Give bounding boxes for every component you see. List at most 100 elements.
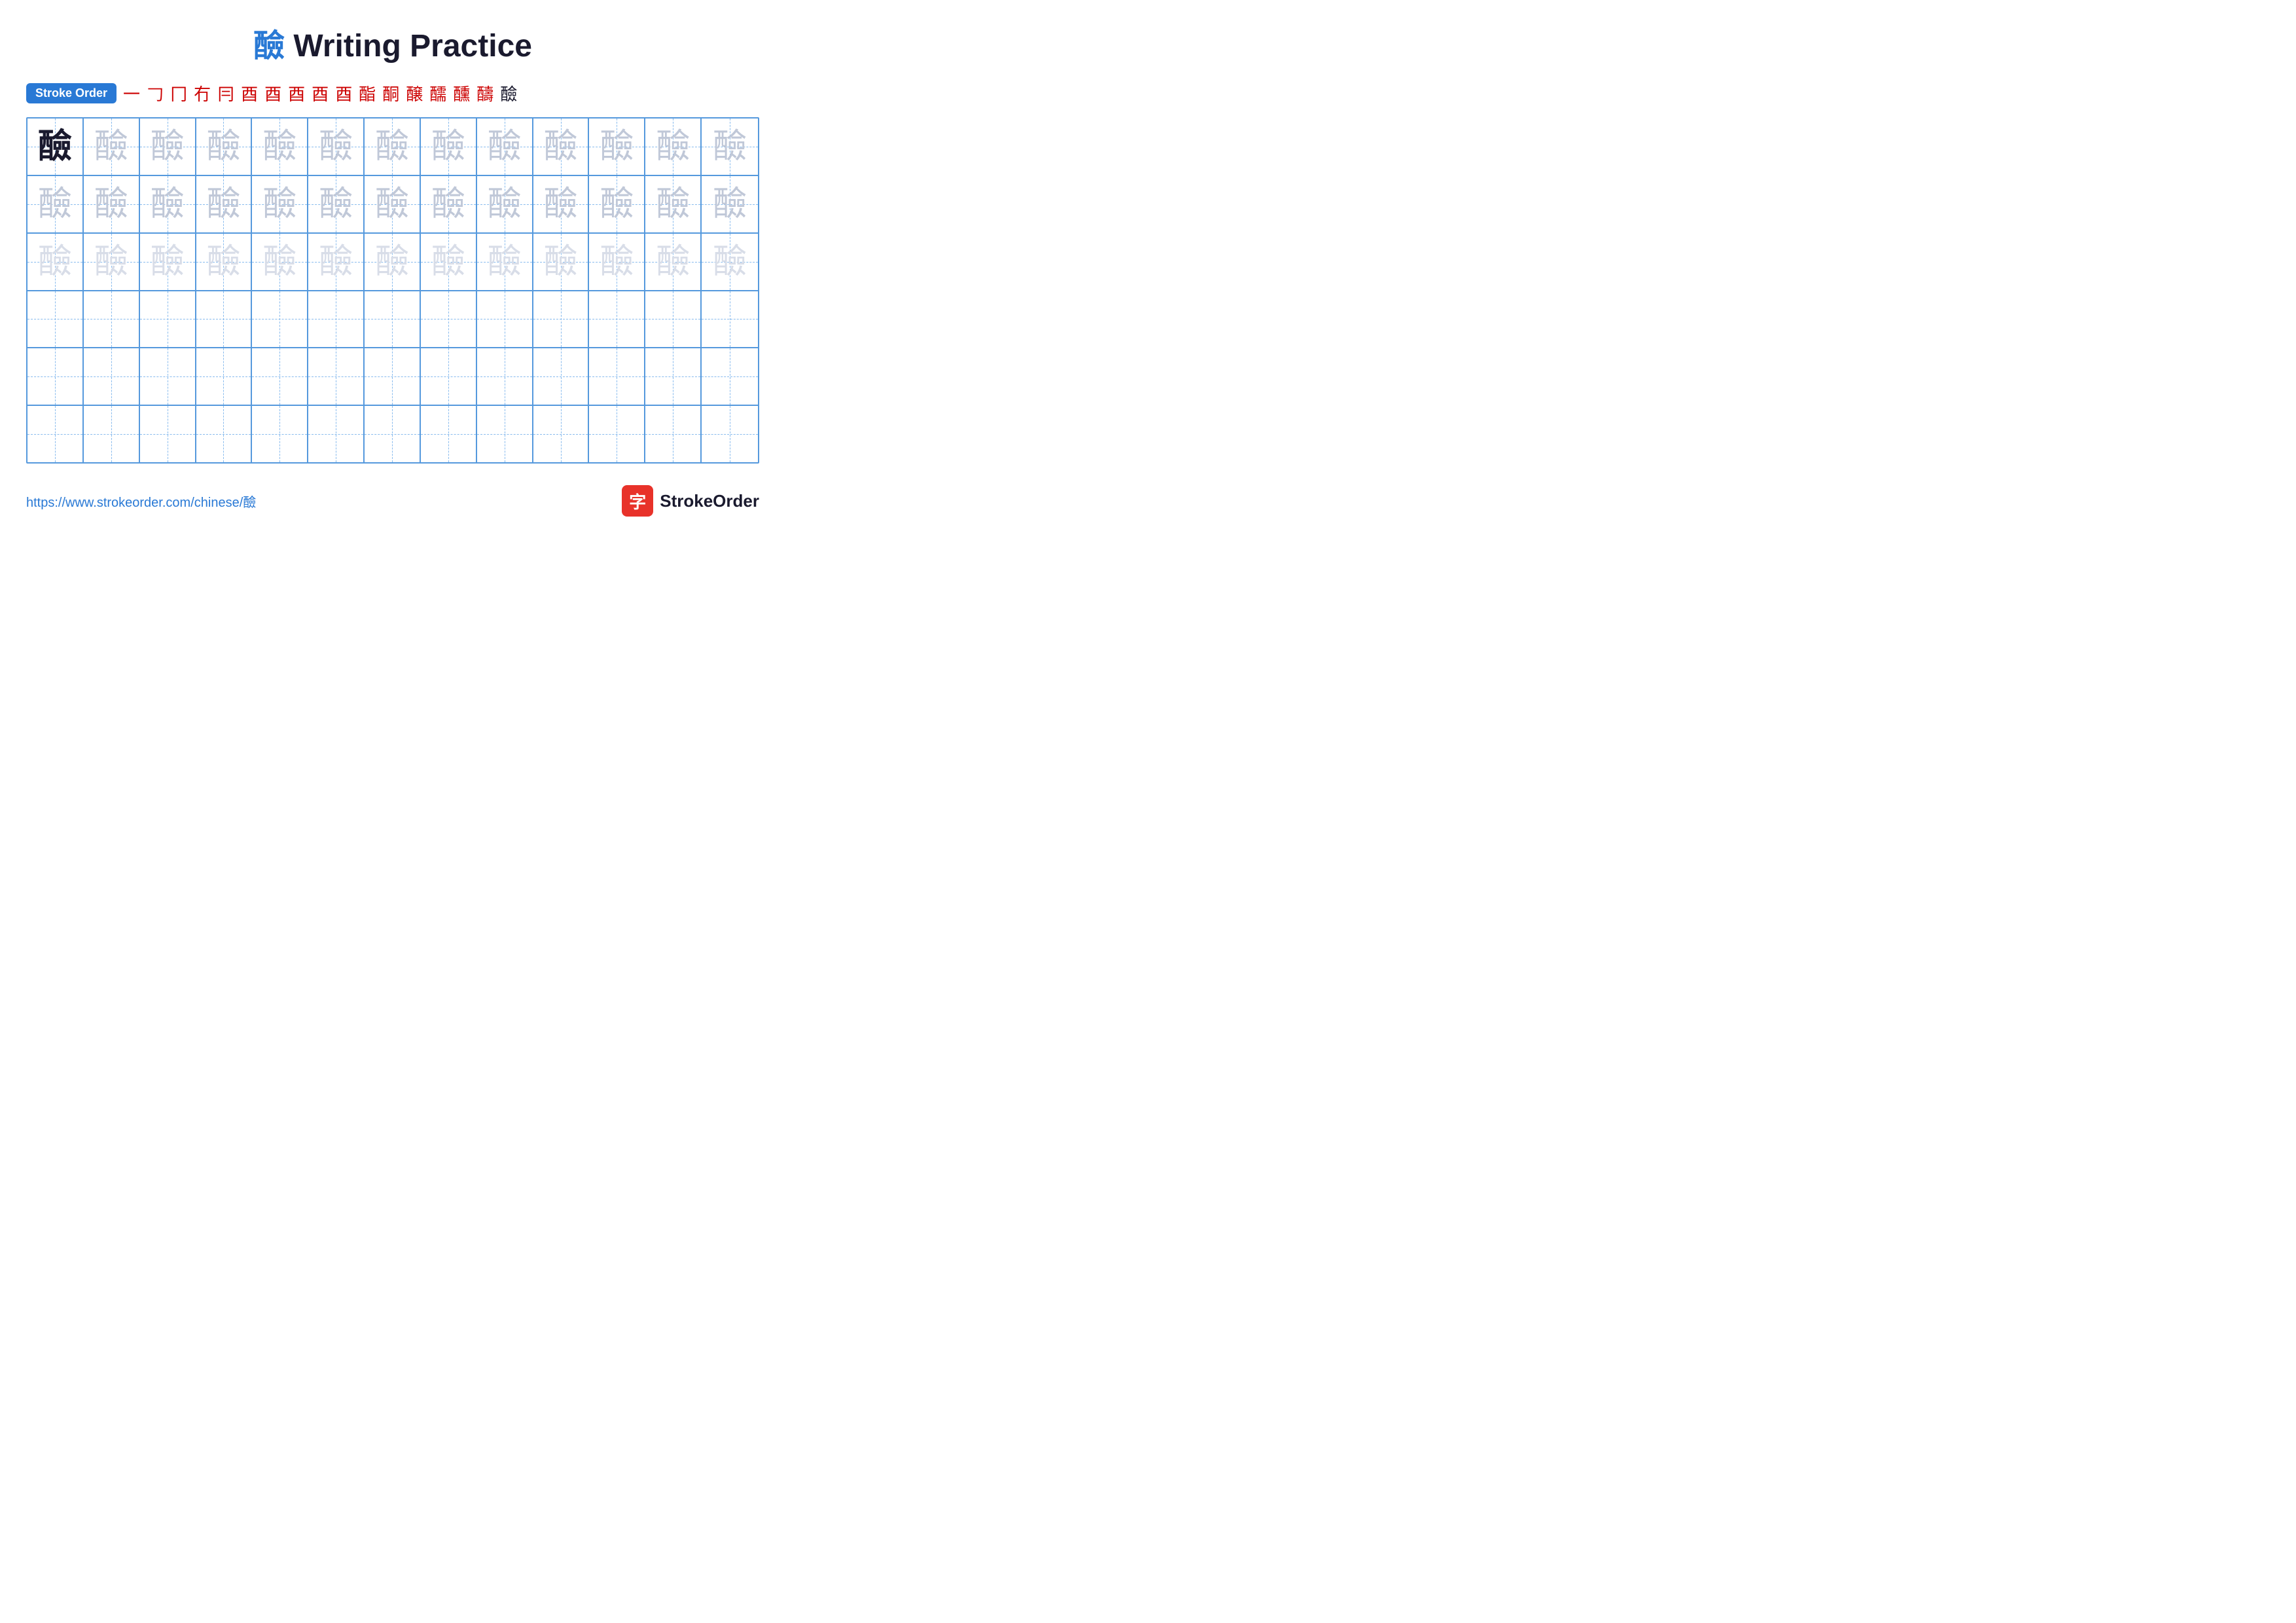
grid-cell-2-4[interactable]: 醶 [252,234,308,290]
grid-cell-4-7[interactable] [421,348,477,405]
grid-cell-1-7[interactable]: 醶 [421,176,477,232]
footer-logo: 字 StrokeOrder [622,485,759,517]
grid-cell-0-1[interactable]: 醶 [84,119,140,175]
grid-cell-1-12[interactable]: 醶 [702,176,758,232]
grid-cell-5-11[interactable] [645,406,702,462]
stroke-step-5: 酉 [238,81,260,105]
grid-cell-0-5[interactable]: 醶 [308,119,365,175]
grid-cell-3-0[interactable] [27,291,84,348]
cell-character-0-5: 醶 [319,130,353,164]
grid-cell-2-1[interactable]: 醶 [84,234,140,290]
cell-character-0-7: 醶 [431,130,465,164]
cell-character-1-12: 醶 [713,187,747,221]
grid-cell-0-8[interactable]: 醶 [477,119,533,175]
grid-cell-4-5[interactable] [308,348,365,405]
grid-cell-5-5[interactable] [308,406,365,462]
stroke-step-12: 醸 [403,81,425,105]
grid-cell-3-1[interactable] [84,291,140,348]
stroke-step-14: 醺 [450,81,473,105]
grid-cell-5-7[interactable] [421,406,477,462]
grid-cell-2-7[interactable]: 醶 [421,234,477,290]
grid-cell-3-5[interactable] [308,291,365,348]
grid-cell-3-3[interactable] [196,291,253,348]
grid-cell-1-6[interactable]: 醶 [365,176,421,232]
grid-cell-4-10[interactable] [589,348,645,405]
grid-cell-1-4[interactable]: 醶 [252,176,308,232]
grid-cell-1-5[interactable]: 醶 [308,176,365,232]
grid-cell-5-12[interactable] [702,406,758,462]
grid-cell-3-4[interactable] [252,291,308,348]
grid-cell-1-10[interactable]: 醶 [589,176,645,232]
cell-character-2-8: 醶 [488,245,522,279]
grid-cell-0-3[interactable]: 醶 [196,119,253,175]
grid-cell-2-11[interactable]: 醶 [645,234,702,290]
grid-cell-3-10[interactable] [589,291,645,348]
grid-cell-1-8[interactable]: 醶 [477,176,533,232]
grid-cell-0-10[interactable]: 醶 [589,119,645,175]
grid-cell-2-2[interactable]: 醶 [140,234,196,290]
grid-cell-4-9[interactable] [533,348,590,405]
cell-character-2-5: 醶 [319,245,353,279]
grid-cell-4-6[interactable] [365,348,421,405]
grid-cell-5-3[interactable] [196,406,253,462]
cell-character-0-10: 醶 [600,130,634,164]
grid-cell-1-3[interactable]: 醶 [196,176,253,232]
grid-cell-3-6[interactable] [365,291,421,348]
grid-cell-2-6[interactable]: 醶 [365,234,421,290]
grid-cell-3-8[interactable] [477,291,533,348]
grid-cell-5-10[interactable] [589,406,645,462]
grid-cell-2-12[interactable]: 醶 [702,234,758,290]
practice-grid: 醶醶醶醶醶醶醶醶醶醶醶醶醶醶醶醶醶醶醶醶醶醶醶醶醶醶醶醶醶醶醶醶醶醶醶醶醶醶醶 [26,117,759,464]
grid-cell-0-0[interactable]: 醶 [27,119,84,175]
grid-cell-0-12[interactable]: 醶 [702,119,758,175]
cell-character-1-8: 醶 [488,187,522,221]
grid-cell-3-2[interactable] [140,291,196,348]
grid-cell-0-6[interactable]: 醶 [365,119,421,175]
grid-cell-4-8[interactable] [477,348,533,405]
cell-character-2-11: 醶 [656,245,690,279]
grid-cell-0-9[interactable]: 醶 [533,119,590,175]
footer-url[interactable]: https://www.strokeorder.com/chinese/醶 [26,492,256,511]
grid-cell-0-7[interactable]: 醶 [421,119,477,175]
grid-cell-3-11[interactable] [645,291,702,348]
grid-cell-1-2[interactable]: 醶 [140,176,196,232]
cell-character-1-4: 醶 [262,187,296,221]
grid-cell-4-12[interactable] [702,348,758,405]
grid-cell-2-8[interactable]: 醶 [477,234,533,290]
grid-cell-1-9[interactable]: 醶 [533,176,590,232]
grid-cell-2-5[interactable]: 醶 [308,234,365,290]
cell-character-2-4: 醶 [262,245,296,279]
grid-cell-4-0[interactable] [27,348,84,405]
grid-cell-5-1[interactable] [84,406,140,462]
grid-cell-1-1[interactable]: 醶 [84,176,140,232]
grid-cell-4-4[interactable] [252,348,308,405]
grid-cell-2-3[interactable]: 醶 [196,234,253,290]
cell-character-1-10: 醶 [600,187,634,221]
grid-cell-4-2[interactable] [140,348,196,405]
grid-cell-4-11[interactable] [645,348,702,405]
grid-cell-4-1[interactable] [84,348,140,405]
grid-cell-0-4[interactable]: 醶 [252,119,308,175]
footer-logo-text: StrokeOrder [660,491,759,511]
cell-character-2-7: 醶 [431,245,465,279]
grid-cell-5-4[interactable] [252,406,308,462]
grid-cell-2-0[interactable]: 醶 [27,234,84,290]
grid-cell-3-12[interactable] [702,291,758,348]
grid-cell-5-9[interactable] [533,406,590,462]
grid-cell-3-9[interactable] [533,291,590,348]
cell-character-0-3: 醶 [206,130,240,164]
grid-cell-3-7[interactable] [421,291,477,348]
grid-cell-1-11[interactable]: 醶 [645,176,702,232]
grid-cell-4-3[interactable] [196,348,253,405]
grid-cell-5-8[interactable] [477,406,533,462]
grid-cell-1-0[interactable]: 醶 [27,176,84,232]
grid-cell-2-10[interactable]: 醶 [589,234,645,290]
grid-cell-5-2[interactable] [140,406,196,462]
grid-cell-5-6[interactable] [365,406,421,462]
grid-cell-2-9[interactable]: 醶 [533,234,590,290]
stroke-steps: 一𠃌冂冇冃酉酉酉酉酉酯酮醸醹醺醻醶 [120,81,520,105]
grid-cell-5-0[interactable] [27,406,84,462]
grid-cell-0-2[interactable]: 醶 [140,119,196,175]
grid-cell-0-11[interactable]: 醶 [645,119,702,175]
cell-character-1-6: 醶 [375,187,409,221]
